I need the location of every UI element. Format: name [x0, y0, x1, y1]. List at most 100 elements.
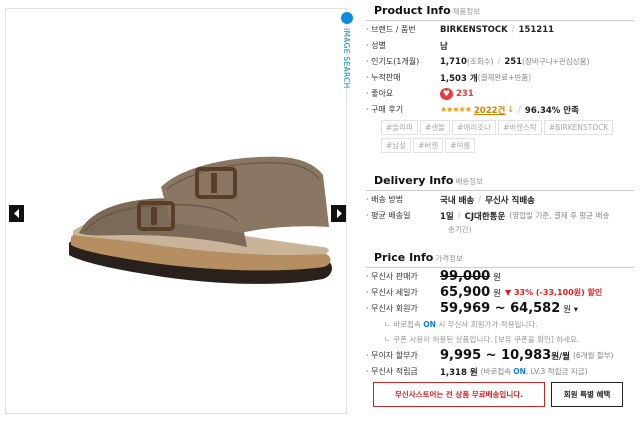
installment-unit: 원/월	[551, 351, 570, 362]
sale-price-label: · 무신사 판매가	[366, 272, 418, 281]
delivery-info-subheading: 배송정보	[455, 177, 484, 186]
delivery-info-title: Delivery Info 배송정보	[374, 174, 483, 187]
brand-row: · 브랜드 / 품번 BIRKENSTOCK / 151211	[366, 22, 634, 37]
tag-item[interactable]: #샌들	[419, 120, 451, 135]
installment-label: · 무이자 할부가	[366, 351, 418, 360]
sales-count: 1,503 개	[440, 73, 478, 84]
delivery-method-label: · 배송 방법	[366, 195, 404, 204]
tag-item[interactable]: #슬리퍼	[381, 120, 418, 135]
points-label: · 무신사 적립금	[366, 367, 418, 376]
member-price-label: · 무신사 회원가	[366, 304, 418, 313]
product-info-subheading: 제품정보	[452, 7, 481, 16]
star-rating-icon: ★★★★★	[440, 105, 472, 114]
member-benefit-button[interactable]: 회원 특별 혜택	[551, 382, 623, 407]
sale-price-row: · 무신사 판매가 99,000 원	[366, 269, 634, 284]
divider	[366, 20, 634, 21]
views-count: 1,710	[440, 56, 467, 67]
popularity-label: · 인기도(1개월)	[366, 57, 420, 66]
on-badge: ON	[513, 367, 526, 376]
review-row: · 구매 후기 ★★★★★ 2022건 ↓ / 96.34% 만족	[366, 102, 634, 117]
satisfaction-value: 96.34% 만족	[524, 105, 579, 116]
image-search-icon	[341, 12, 353, 24]
chevron-left-icon	[13, 209, 19, 218]
brand-label: · 브랜드 / 품번	[366, 25, 416, 34]
member-price-dropdown[interactable]: 원 ▾	[563, 303, 578, 315]
delivery-method-value: 국내 배송	[440, 195, 475, 206]
installment-row: · 무이자 할부가 9,995 ~ 10,983 원/월 (6개월 할부)	[366, 348, 634, 363]
separator: /	[511, 24, 515, 35]
points-value: 1,318 원	[440, 367, 478, 378]
free-shipping-button[interactable]: 무신사스토어는 전 상품 무료배송입니다.	[373, 382, 545, 407]
sales-note: (결제완료+반품)	[477, 73, 532, 82]
cart-count: 251	[504, 56, 523, 67]
delivery-info-heading: Delivery Info	[374, 174, 454, 187]
popularity-row: · 인기도(1개월) 1,710 (조회수) / 251 (장바구니+관심상품)	[366, 54, 634, 69]
avg-delivery-label: · 평균 배송일	[366, 211, 411, 220]
product-info-title: Product Info 제품정보	[374, 4, 480, 17]
member-sale-label: · 무신사 세일가	[366, 288, 418, 297]
avg-delivery-days: 1일	[440, 211, 454, 222]
review-arrow-icon: ↓	[507, 105, 515, 114]
image-search-button[interactable]: IMAGE SEARCH	[340, 12, 355, 89]
likes-label: · 좋아요	[366, 89, 394, 98]
original-price: 99,000	[440, 269, 491, 284]
price-info-heading: Price Info	[374, 251, 434, 264]
member-sale-row: · 무신사 세일가 65,900 원 ▼ 33% (-33,100원) 할인	[366, 285, 634, 300]
gender-value: 남	[440, 41, 448, 52]
member-note-prefix: ㄴ 바로접속	[384, 320, 421, 329]
sales-row: · 누적판매 1,503 개 (결제완료+반품)	[366, 70, 634, 85]
separator: /	[518, 104, 521, 115]
separator: /	[457, 210, 461, 221]
review-label: · 구매 후기	[366, 105, 404, 114]
product-image-gallery	[5, 8, 347, 414]
points-note-suffix: , LV.3 적립금 지급)	[525, 367, 588, 376]
courier-name: CJ대한통운	[464, 211, 506, 222]
price-info-subheading: 가격정보	[435, 254, 463, 263]
installment-price: 9,995 ~ 10,983	[440, 348, 552, 363]
avg-delivery-note: (영업일 기준, 결제 후 평균 배송	[509, 211, 610, 220]
installment-note: (6개월 할부)	[572, 351, 614, 360]
delivery-method-value-2: 무신사 직배송	[485, 195, 536, 206]
gender-label: · 성별	[366, 41, 386, 50]
brand-link[interactable]: BIRKENSTOCK	[440, 25, 508, 35]
avg-delivery-row: · 평균 배송일 1일 / CJ대한통운 (영업일 기준, 결제 후 평균 배송	[366, 208, 634, 223]
image-search-label: IMAGE SEARCH	[342, 28, 351, 89]
delivery-method-row: · 배송 방법 국내 배송 / 무신사 직배송	[366, 192, 634, 207]
points-note-prefix: (바로접속	[480, 367, 512, 376]
divider	[366, 267, 634, 268]
coupon-note[interactable]: ㄴ 쿠폰 사용이 허용된 상품입니다. [보유 쿠폰을 확인] 하세요.	[384, 334, 579, 345]
sales-label: · 누적판매	[366, 73, 401, 82]
price-info-title: Price Info 가격정보	[374, 251, 463, 264]
tag-item[interactable]: #여름	[445, 138, 476, 153]
points-row: · 무신사 적립금 1,318 원 (바로접속 ON , LV.3 적립금 지급…	[366, 364, 634, 379]
views-note: (조회수)	[466, 57, 494, 66]
member-price-row: · 무신사 회원가 59,969 ~ 64,582 원 ▾	[366, 301, 634, 316]
tag-item[interactable]: #버켄스탁	[497, 120, 542, 135]
gender-row: · 성별 남	[366, 38, 634, 53]
sale-price: 65,900	[440, 285, 491, 300]
tag-item[interactable]: #남성	[381, 138, 412, 153]
cart-note: (장바구니+관심상품)	[522, 57, 590, 66]
separator: /	[478, 194, 482, 205]
product-image-sandal[interactable]	[61, 147, 337, 293]
avg-delivery-note-continued: 송기간)	[448, 225, 472, 234]
tag-item[interactable]: #BIRKENSTOCK	[543, 120, 614, 135]
member-note-suffix: 시 무신사 회원가가 적용됩니다.	[438, 320, 538, 329]
heart-icon[interactable]: ♥	[440, 87, 453, 100]
tag-item[interactable]: #버켄	[413, 138, 444, 153]
prev-image-button[interactable]	[9, 205, 24, 222]
discount-badge: ▼ 33% (-33,100원) 할인	[505, 288, 603, 297]
divider	[366, 190, 634, 191]
separator: /	[497, 56, 501, 67]
member-price: 59,969 ~ 64,582	[440, 301, 561, 316]
currency-unit: 원	[493, 272, 501, 283]
on-badge: ON	[423, 320, 436, 329]
member-note: ㄴ 바로접속 ON 시 무신사 회원가가 적용됩니다.	[384, 319, 538, 330]
tag-item[interactable]: #애리조나	[452, 120, 496, 135]
likes-row: · 좋아요 ♥ 231	[366, 86, 634, 101]
review-count-link[interactable]: 2022건	[474, 104, 505, 116]
product-number: 151211	[518, 24, 555, 35]
likes-count: 231	[456, 88, 474, 99]
currency-unit: 원	[493, 288, 501, 299]
product-info-heading: Product Info	[374, 4, 451, 17]
